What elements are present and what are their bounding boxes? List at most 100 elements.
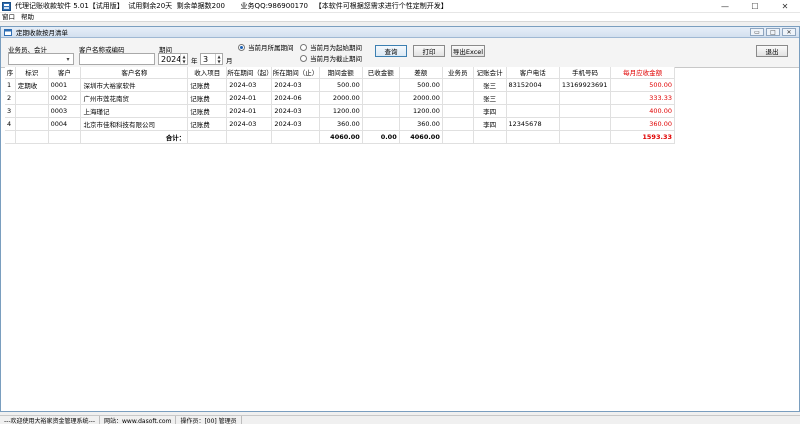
radio-unchecked-icon[interactable] — [300, 54, 307, 62]
cell-empty — [473, 130, 507, 144]
customer-search-input[interactable] — [79, 53, 155, 65]
mdi-area: 定期收款按月清单 ▭ □ ✕ 业务员、会计 ▾ 客户名称或编码 期间 2024 … — [0, 23, 800, 415]
cell-amount: 2000.00 — [319, 91, 363, 105]
radio-unchecked-icon[interactable] — [300, 43, 307, 51]
cell-accountant: 张三 — [473, 91, 507, 105]
col-header-received[interactable]: 已收金额 — [362, 67, 400, 79]
status-welcome: ---欢迎使用大裕家资金管理系统--- — [0, 415, 100, 424]
col-header-code[interactable]: 客户 — [48, 67, 82, 79]
cell-received — [362, 104, 400, 118]
chevron-down-icon[interactable]: ▾ — [64, 55, 72, 63]
data-grid[interactable]: 序 标识 客户 客户名称 收入项目 所在期间（起） 所在期间（止） 期间金额 已… — [5, 67, 795, 407]
cell-monthly: 333.33 — [610, 91, 675, 105]
cell-sales — [442, 117, 474, 131]
cell-empty — [559, 130, 612, 144]
child-restore-button[interactable]: ▭ — [750, 28, 764, 36]
cell-start: 2024-01 — [226, 104, 273, 118]
filter-panel: 业务员、会计 ▾ 客户名称或编码 期间 2024 ▲ ▼ 年 3 ▲ ▼ 月 当前月… — [1, 38, 799, 68]
col-header-name[interactable]: 客户名称 — [80, 67, 189, 79]
total-label: 合计： — [80, 130, 189, 144]
col-header-end[interactable]: 所在期间（止） — [271, 67, 320, 79]
col-header-amount[interactable]: 期间金额 — [319, 67, 363, 79]
radio-end-period[interactable]: 当前月为截止期间 — [300, 53, 362, 63]
export-excel-button[interactable]: 导出Excel — [451, 45, 485, 57]
radio-label: 当前月所属期间 — [248, 44, 294, 52]
col-header-item[interactable]: 收入项目 — [187, 67, 228, 79]
month-unit: 月 — [226, 57, 233, 65]
cell-code: 0004 — [48, 117, 82, 131]
cell-phone: 12345678 — [506, 117, 560, 131]
month-stepper[interactable]: 3 ▲ ▼ — [200, 53, 223, 65]
cell-amount: 360.00 — [319, 117, 363, 131]
cell-mobile — [559, 117, 612, 131]
table-row[interactable]: 4 0004 北京市佳和科技有限公司 记账费 2024-03 2024-03 3… — [5, 117, 675, 131]
total-monthly: 1593.33 — [610, 130, 675, 144]
total-received: 0.00 — [362, 130, 400, 144]
col-header-monthly[interactable]: 每月应收金额 — [610, 67, 675, 79]
col-header-mobile[interactable]: 手机号码 — [559, 67, 612, 79]
cell-end: 2024-03 — [271, 78, 320, 92]
col-header-start[interactable]: 所在期间（起） — [226, 67, 273, 79]
col-header-accountant[interactable]: 记账会计 — [473, 67, 507, 79]
child-close-button[interactable]: ✕ — [782, 28, 796, 36]
col-header-diff[interactable]: 差额 — [399, 67, 443, 79]
exit-button[interactable]: 退出 — [756, 45, 788, 57]
radio-checked-icon[interactable] — [238, 43, 245, 51]
cell-phone: 83152004 — [506, 78, 560, 92]
status-operator: 操作员：[00] 管理员 — [176, 415, 242, 424]
menu-window[interactable]: 窗口 — [0, 13, 18, 21]
cell-sales — [442, 91, 474, 105]
cell-empty — [506, 130, 560, 144]
cell-diff: 2000.00 — [399, 91, 443, 105]
cell-name: 上海瑾记 — [80, 104, 189, 118]
table-row[interactable]: 2 0002 广州市莲花南贸 记账费 2024-01 2024-06 2000.… — [5, 91, 675, 105]
spin-down-icon[interactable]: ▼ — [181, 59, 187, 64]
document-icon — [4, 28, 12, 36]
cell-sales — [442, 104, 474, 118]
window-title-bar: 代理记账收款软件 5.01【试用版】 试用剩余20天 剩余单据数200 业务QQ… — [0, 0, 800, 13]
table-row[interactable]: 3 0003 上海瑾记 记账费 2024-01 2024-03 1200.00 … — [5, 104, 675, 118]
month-value: 3 — [203, 54, 209, 64]
col-header-flag[interactable]: 标识 — [15, 67, 49, 79]
cell-seq: 3 — [5, 104, 16, 118]
cell-monthly: 400.00 — [610, 104, 675, 118]
query-button[interactable]: 查询 — [375, 45, 407, 57]
cell-phone — [506, 104, 560, 118]
cell-mobile — [559, 91, 612, 105]
salesperson-combo[interactable]: ▾ — [8, 53, 74, 65]
minimize-button[interactable]: — — [710, 0, 740, 13]
cell-received — [362, 91, 400, 105]
maximize-button[interactable]: ☐ — [740, 0, 770, 13]
year-value: 2024 — [161, 54, 182, 64]
status-website: 网站：www.dasoft.com — [100, 415, 177, 424]
cell-code: 0001 — [48, 78, 82, 92]
year-stepper[interactable]: 2024 ▲ ▼ — [158, 53, 188, 65]
col-header-seq[interactable]: 序 — [5, 67, 16, 79]
window-title: 代理记账收款软件 5.01【试用版】 试用剩余20天 剩余单据数200 业务QQ… — [15, 2, 448, 10]
cell-item: 记账费 — [187, 91, 228, 105]
menu-help[interactable]: 帮助 — [18, 13, 37, 21]
cell-start: 2024-03 — [226, 117, 273, 131]
radio-current-period[interactable]: 当前月所属期间 — [238, 42, 294, 52]
cell-name: 北京市佳和科技有限公司 — [80, 117, 189, 131]
table-row[interactable]: 1 定期收 0001 深圳市大裕家软件 记账费 2024-03 2024-03 … — [5, 78, 675, 92]
cell-received — [362, 117, 400, 131]
radio-start-period[interactable]: 当前月为起始期间 — [300, 42, 362, 52]
cell-accountant: 张三 — [473, 78, 507, 92]
cell-item: 记账费 — [187, 104, 228, 118]
cell-flag: 定期收 — [15, 78, 49, 92]
cell-empty — [187, 130, 228, 144]
cell-seq: 2 — [5, 91, 16, 105]
print-button[interactable]: 打印 — [413, 45, 445, 57]
cell-empty — [15, 130, 49, 144]
close-button[interactable]: ✕ — [770, 0, 800, 13]
spin-down-icon[interactable]: ▼ — [216, 59, 222, 64]
total-amount: 4060.00 — [319, 130, 363, 144]
col-header-sales[interactable]: 业务员 — [442, 67, 474, 79]
cell-start: 2024-01 — [226, 91, 273, 105]
col-header-phone[interactable]: 客户电话 — [506, 67, 560, 79]
cell-end: 2024-03 — [271, 104, 320, 118]
cell-flag — [15, 117, 49, 131]
child-maximize-button[interactable]: □ — [766, 28, 780, 36]
child-title: 定期收款按月清单 — [16, 29, 68, 37]
